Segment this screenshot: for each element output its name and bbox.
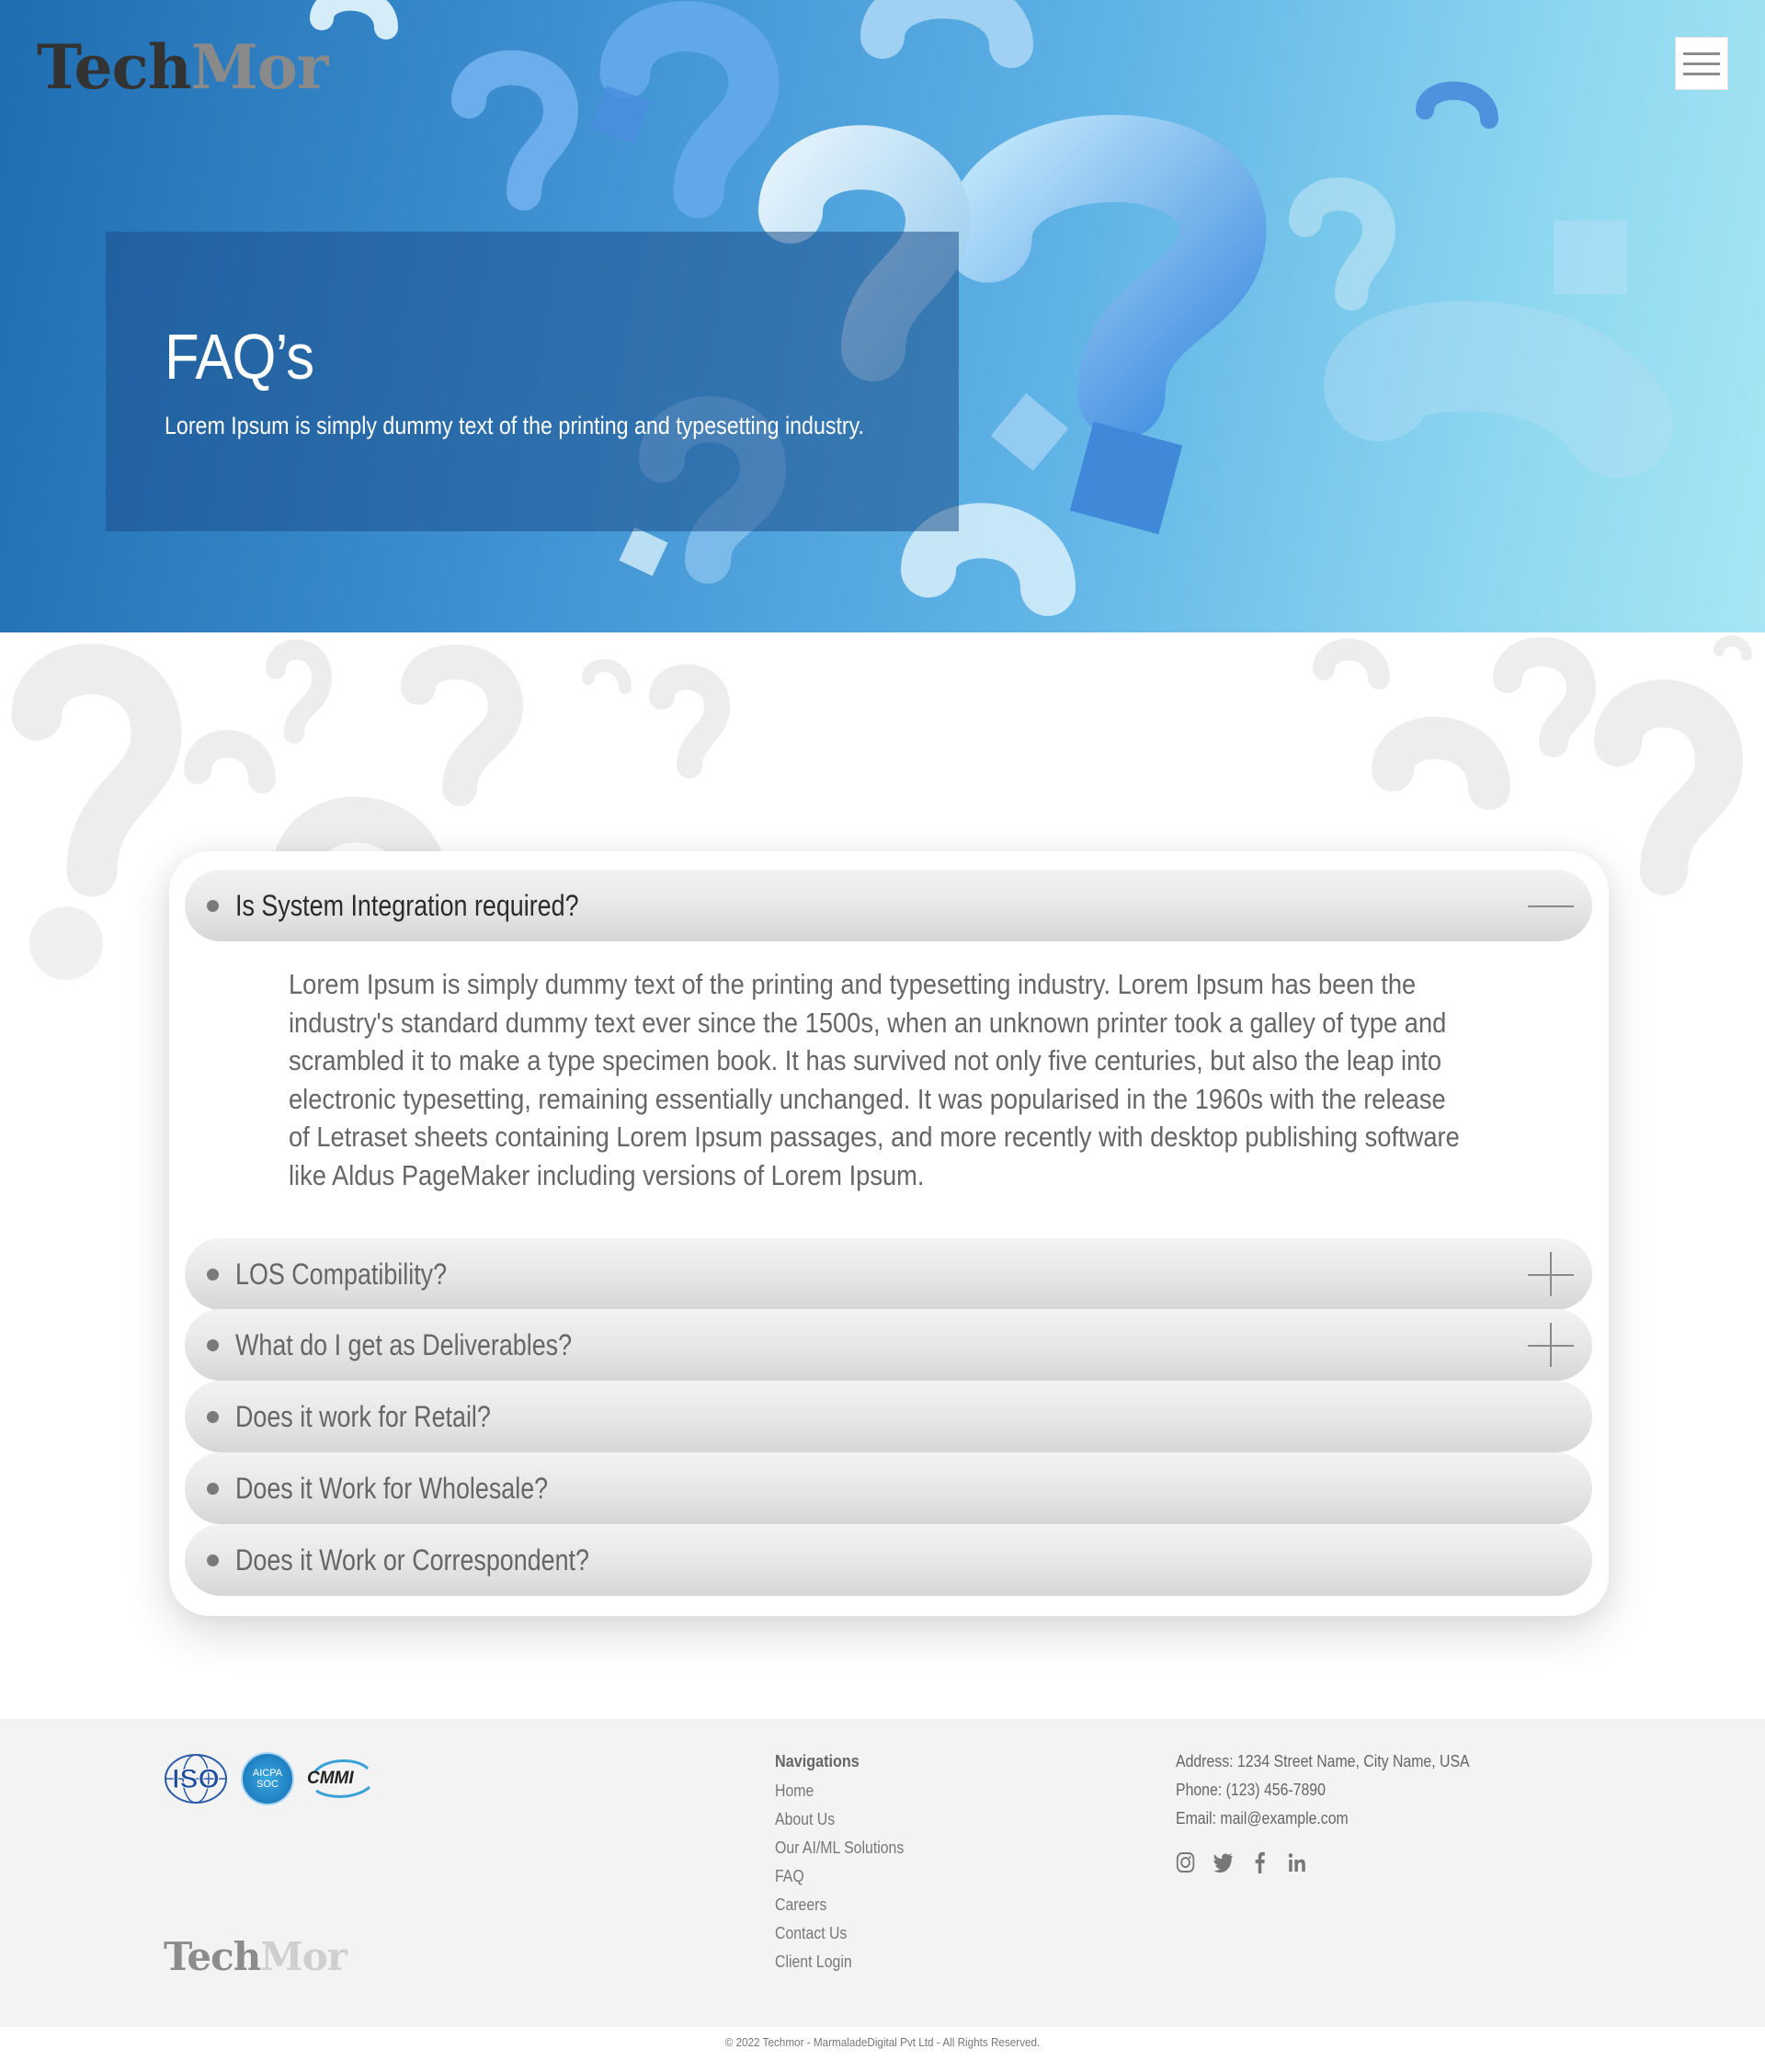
facebook-icon[interactable] (1250, 1851, 1270, 1873)
bullet-icon (207, 1554, 219, 1566)
instagram-icon[interactable] (1176, 1851, 1195, 1873)
soc-text: SOC (256, 1779, 279, 1790)
faq-item-wholesale[interactable]: Does it Work for Wholesale? (185, 1452, 1592, 1524)
faq-question: What do I get as Deliverables? (235, 1327, 573, 1361)
footer-nav-heading: Navigations (775, 1752, 860, 1770)
bullet-icon (207, 1482, 219, 1495)
minus-icon[interactable] (1528, 883, 1574, 928)
footer-logo-tech: Tech (164, 1934, 261, 1979)
faq-answer: Lorem Ipsum is simply dummy text of the … (289, 968, 1460, 1191)
faq-item-correspondent[interactable]: Does it Work or Correspondent? (185, 1524, 1592, 1596)
iso-badge: ISO (164, 1753, 228, 1804)
site-logo[interactable]: TechMor (37, 31, 329, 103)
bullet-icon (207, 1410, 219, 1423)
page-subtitle: Lorem Ipsum is simply dummy text of the … (165, 412, 865, 439)
footer-link-contact[interactable]: Contact Us (775, 1924, 904, 1942)
aicpa-soc-badge: AICPA SOC (241, 1752, 294, 1805)
bullet-icon (207, 1338, 219, 1351)
faq-question: Does it work for Retail? (235, 1399, 491, 1433)
twitter-icon[interactable] (1213, 1851, 1233, 1873)
faq-item-los-compatibility[interactable]: LOS Compatibility? (185, 1238, 1592, 1310)
footer-navigation: Navigations Home About Us Our AI/ML Solu… (775, 1752, 921, 1971)
hamburger-icon-line (1683, 62, 1720, 65)
faq-item-deliverables[interactable]: What do I get as Deliverables? (185, 1309, 1592, 1381)
hamburger-menu-button[interactable] (1675, 37, 1728, 90)
footer-link-solutions[interactable]: Our AI/ML Solutions (775, 1839, 904, 1857)
cmmi-badge: CMMI (307, 1756, 373, 1802)
faq-question: Is System Integration required? (235, 888, 579, 922)
logo-mor: Mor (190, 31, 329, 103)
contact-address: Address: 1234 Street Name, City Name, US… (1176, 1752, 1470, 1770)
footer-link-careers[interactable]: Careers (775, 1896, 904, 1914)
hero-banner: TechMor FAQ’s Lorem Ipsum is simply dumm… (0, 0, 1765, 632)
site-footer: ISO AICPA SOC CMMI TechMor Navigations H… (0, 1719, 1765, 2027)
aicpa-text: AICPA (252, 1768, 283, 1779)
faq-item-system-integration[interactable]: Is System Integration required? (185, 870, 1592, 941)
faq-accordion: Is System Integration required? Lorem Ip… (169, 851, 1609, 1616)
hamburger-icon-line (1683, 72, 1720, 75)
footer-link-faq[interactable]: FAQ (775, 1867, 904, 1885)
bullet-icon (207, 899, 219, 912)
certification-badges: ISO AICPA SOC CMMI (164, 1752, 373, 1805)
footer-link-about[interactable]: About Us (775, 1810, 904, 1828)
footer-logo[interactable]: TechMor (164, 1934, 347, 1979)
hamburger-icon-line (1683, 51, 1720, 55)
plus-icon[interactable] (1528, 1252, 1574, 1296)
contact-phone[interactable]: Phone: (123) 456-7890 (1176, 1781, 1470, 1799)
bullet-icon (207, 1268, 219, 1281)
plus-icon[interactable] (1528, 1323, 1574, 1367)
footer-contact: Address: 1234 Street Name, City Name, US… (1176, 1752, 1509, 1884)
faq-question: LOS Compatibility? (235, 1257, 448, 1291)
faq-item-retail[interactable]: Does it work for Retail? (185, 1381, 1592, 1452)
social-links (1176, 1851, 1470, 1873)
hero-text-panel: FAQ’s Lorem Ipsum is simply dummy text o… (106, 232, 959, 531)
footer-link-client-login[interactable]: Client Login (775, 1952, 904, 1971)
footer-logo-mor: Mor (260, 1934, 347, 1979)
cmmi-text: CMMI (307, 1769, 354, 1788)
contact-email[interactable]: Email: mail@example.com (1176, 1809, 1470, 1827)
footer-link-home[interactable]: Home (775, 1782, 904, 1800)
iso-badge-text: ISO (172, 1764, 220, 1794)
linkedin-icon[interactable] (1287, 1851, 1306, 1873)
logo-tech: Tech (37, 31, 192, 103)
faq-question: Does it Work for Wholesale? (235, 1471, 549, 1505)
copyright-text: © 2022 Techmor - MarmaladeDigital Pvt Lt… (724, 2035, 1041, 2049)
faq-question: Does it Work or Correspondent? (235, 1543, 589, 1577)
page-title: FAQ’s (165, 321, 314, 393)
